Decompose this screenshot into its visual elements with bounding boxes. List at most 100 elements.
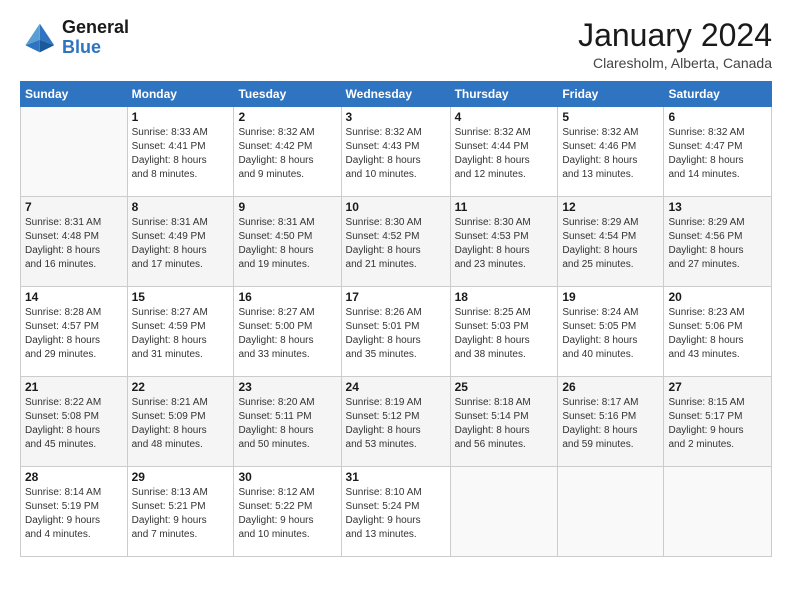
page: General Blue January 2024 Claresholm, Al… xyxy=(0,0,792,612)
calendar-cell: 22Sunrise: 8:21 AM Sunset: 5:09 PM Dayli… xyxy=(127,377,234,467)
day-number: 23 xyxy=(238,380,336,394)
calendar-cell: 30 Sunrise: 8:12 AM Sunset: 5:22 PM Dayli… xyxy=(234,467,341,557)
day-info: Sunrise: 8:29 AM Sunset: 4:54 PM Dayligh… xyxy=(562,216,659,272)
calendar-cell: 29Sunrise: 8:13 AM Sunset: 5:21 PM Dayli… xyxy=(127,467,234,557)
logo-line1: General xyxy=(62,17,129,37)
day-info: Sunrise: 8:24 AM Sunset: 5:05 PM Dayligh… xyxy=(562,306,659,362)
day-info: Sunrise: 8:32 AM Sunset: 4:44 PM Dayligh… xyxy=(455,126,554,182)
calendar-cell: 12 Sunrise: 8:29 AM Sunset: 4:54 PM Dayli… xyxy=(558,197,664,287)
day-number: 28 xyxy=(25,470,123,484)
day-number: 16 xyxy=(238,290,336,304)
day-info: Sunrise: 8:33 AM Sunset: 4:41 PM Dayligh… xyxy=(132,126,230,182)
day-info: Sunrise: 8:32 AM Sunset: 4:46 PM Dayligh… xyxy=(562,126,659,182)
header-wednesday: Wednesday xyxy=(341,82,450,107)
calendar-cell: 21 Sunrise: 8:22 AM Sunset: 5:08 PM Dayli… xyxy=(21,377,128,467)
day-info: Sunrise: 8:30 AM Sunset: 4:52 PM Dayligh… xyxy=(346,216,446,272)
day-number: 3 xyxy=(346,110,446,124)
calendar-cell: 27Sunrise: 8:15 AM Sunset: 5:17 PM Dayli… xyxy=(664,377,772,467)
header-thursday: Thursday xyxy=(450,82,558,107)
day-info: Sunrise: 8:15 AM Sunset: 5:17 PM Dayligh… xyxy=(668,396,767,452)
day-number: 11 xyxy=(455,200,554,214)
day-number: 17 xyxy=(346,290,446,304)
day-number: 30 xyxy=(238,470,336,484)
calendar-cell: 26 Sunrise: 8:17 AM Sunset: 5:16 PM Dayli… xyxy=(558,377,664,467)
day-number: 8 xyxy=(132,200,230,214)
day-info: Sunrise: 8:18 AM Sunset: 5:14 PM Dayligh… xyxy=(455,396,554,452)
calendar-cell: 14Sunrise: 8:28 AM Sunset: 4:57 PM Dayli… xyxy=(21,287,128,377)
calendar-cell: 4 Sunrise: 8:32 AM Sunset: 4:44 PM Daylig… xyxy=(450,107,558,197)
header: General Blue January 2024 Claresholm, Al… xyxy=(20,18,772,71)
calendar-cell xyxy=(558,467,664,557)
header-saturday: Saturday xyxy=(664,82,772,107)
day-number: 6 xyxy=(668,110,767,124)
calendar-week-2: 7Sunrise: 8:31 AM Sunset: 4:48 PM Daylig… xyxy=(21,197,772,287)
day-number: 21 xyxy=(25,380,123,394)
day-info: Sunrise: 8:32 AM Sunset: 4:42 PM Dayligh… xyxy=(238,126,336,182)
calendar-cell: 3Sunrise: 8:32 AM Sunset: 4:43 PM Daylig… xyxy=(341,107,450,197)
day-info: Sunrise: 8:27 AM Sunset: 4:59 PM Dayligh… xyxy=(132,306,230,362)
calendar-cell: 10Sunrise: 8:30 AM Sunset: 4:52 PM Dayli… xyxy=(341,197,450,287)
day-number: 4 xyxy=(455,110,554,124)
day-number: 20 xyxy=(668,290,767,304)
calendar-cell: 25Sunrise: 8:18 AM Sunset: 5:14 PM Dayli… xyxy=(450,377,558,467)
location: Claresholm, Alberta, Canada xyxy=(578,55,772,71)
calendar-cell: 5 Sunrise: 8:32 AM Sunset: 4:46 PM Daylig… xyxy=(558,107,664,197)
logo-line2: Blue xyxy=(62,37,101,57)
calendar-cell: 9Sunrise: 8:31 AM Sunset: 4:50 PM Daylig… xyxy=(234,197,341,287)
day-info: Sunrise: 8:22 AM Sunset: 5:08 PM Dayligh… xyxy=(25,396,123,452)
day-info: Sunrise: 8:14 AM Sunset: 5:19 PM Dayligh… xyxy=(25,486,123,542)
day-number: 15 xyxy=(132,290,230,304)
calendar-cell: 7Sunrise: 8:31 AM Sunset: 4:48 PM Daylig… xyxy=(21,197,128,287)
header-friday: Friday xyxy=(558,82,664,107)
day-number: 5 xyxy=(562,110,659,124)
day-number: 13 xyxy=(668,200,767,214)
calendar-cell: 23 Sunrise: 8:20 AM Sunset: 5:11 PM Dayli… xyxy=(234,377,341,467)
day-info: Sunrise: 8:30 AM Sunset: 4:53 PM Dayligh… xyxy=(455,216,554,272)
day-number: 2 xyxy=(238,110,336,124)
calendar-cell: 15 Sunrise: 8:27 AM Sunset: 4:59 PM Dayli… xyxy=(127,287,234,377)
calendar-cell: 28 Sunrise: 8:14 AM Sunset: 5:19 PM Dayli… xyxy=(21,467,128,557)
day-info: Sunrise: 8:19 AM Sunset: 5:12 PM Dayligh… xyxy=(346,396,446,452)
day-info: Sunrise: 8:25 AM Sunset: 5:03 PM Dayligh… xyxy=(455,306,554,362)
day-number: 24 xyxy=(346,380,446,394)
calendar-cell: 16 Sunrise: 8:27 AM Sunset: 5:00 PM Dayli… xyxy=(234,287,341,377)
month-title: January 2024 xyxy=(578,18,772,53)
calendar-cell: 20 Sunrise: 8:23 AM Sunset: 5:06 PM Dayli… xyxy=(664,287,772,377)
calendar-cell xyxy=(664,467,772,557)
logo-text: General Blue xyxy=(62,18,129,58)
day-number: 26 xyxy=(562,380,659,394)
header-monday: Monday xyxy=(127,82,234,107)
calendar-cell: 11 Sunrise: 8:30 AM Sunset: 4:53 PM Dayli… xyxy=(450,197,558,287)
calendar-cell: 2 Sunrise: 8:32 AM Sunset: 4:42 PM Daylig… xyxy=(234,107,341,197)
day-number: 12 xyxy=(562,200,659,214)
logo: General Blue xyxy=(20,18,129,58)
calendar-cell: 6 Sunrise: 8:32 AM Sunset: 4:47 PM Daylig… xyxy=(664,107,772,197)
day-info: Sunrise: 8:12 AM Sunset: 5:22 PM Dayligh… xyxy=(238,486,336,542)
day-info: Sunrise: 8:32 AM Sunset: 4:47 PM Dayligh… xyxy=(668,126,767,182)
day-info: Sunrise: 8:28 AM Sunset: 4:57 PM Dayligh… xyxy=(25,306,123,362)
day-number: 18 xyxy=(455,290,554,304)
day-info: Sunrise: 8:10 AM Sunset: 5:24 PM Dayligh… xyxy=(346,486,446,542)
day-number: 7 xyxy=(25,200,123,214)
day-info: Sunrise: 8:29 AM Sunset: 4:56 PM Dayligh… xyxy=(668,216,767,272)
day-info: Sunrise: 8:13 AM Sunset: 5:21 PM Dayligh… xyxy=(132,486,230,542)
calendar-week-4: 21 Sunrise: 8:22 AM Sunset: 5:08 PM Dayli… xyxy=(21,377,772,467)
day-info: Sunrise: 8:27 AM Sunset: 5:00 PM Dayligh… xyxy=(238,306,336,362)
day-info: Sunrise: 8:17 AM Sunset: 5:16 PM Dayligh… xyxy=(562,396,659,452)
weekday-header-row: Sunday Monday Tuesday Wednesday Thursday… xyxy=(21,82,772,107)
title-block: January 2024 Claresholm, Alberta, Canada xyxy=(578,18,772,71)
calendar-body: 1Sunrise: 8:33 AM Sunset: 4:41 PM Daylig… xyxy=(21,107,772,557)
calendar-cell: 1Sunrise: 8:33 AM Sunset: 4:41 PM Daylig… xyxy=(127,107,234,197)
day-info: Sunrise: 8:20 AM Sunset: 5:11 PM Dayligh… xyxy=(238,396,336,452)
calendar-header: Sunday Monday Tuesday Wednesday Thursday… xyxy=(21,82,772,107)
header-sunday: Sunday xyxy=(21,82,128,107)
calendar-week-1: 1Sunrise: 8:33 AM Sunset: 4:41 PM Daylig… xyxy=(21,107,772,197)
day-info: Sunrise: 8:23 AM Sunset: 5:06 PM Dayligh… xyxy=(668,306,767,362)
calendar-cell: 24 Sunrise: 8:19 AM Sunset: 5:12 PM Dayli… xyxy=(341,377,450,467)
calendar-cell xyxy=(21,107,128,197)
header-tuesday: Tuesday xyxy=(234,82,341,107)
calendar-cell: 13 Sunrise: 8:29 AM Sunset: 4:56 PM Dayli… xyxy=(664,197,772,287)
day-info: Sunrise: 8:26 AM Sunset: 5:01 PM Dayligh… xyxy=(346,306,446,362)
calendar-cell: 31Sunrise: 8:10 AM Sunset: 5:24 PM Dayli… xyxy=(341,467,450,557)
calendar-cell: 17 Sunrise: 8:26 AM Sunset: 5:01 PM Dayli… xyxy=(341,287,450,377)
